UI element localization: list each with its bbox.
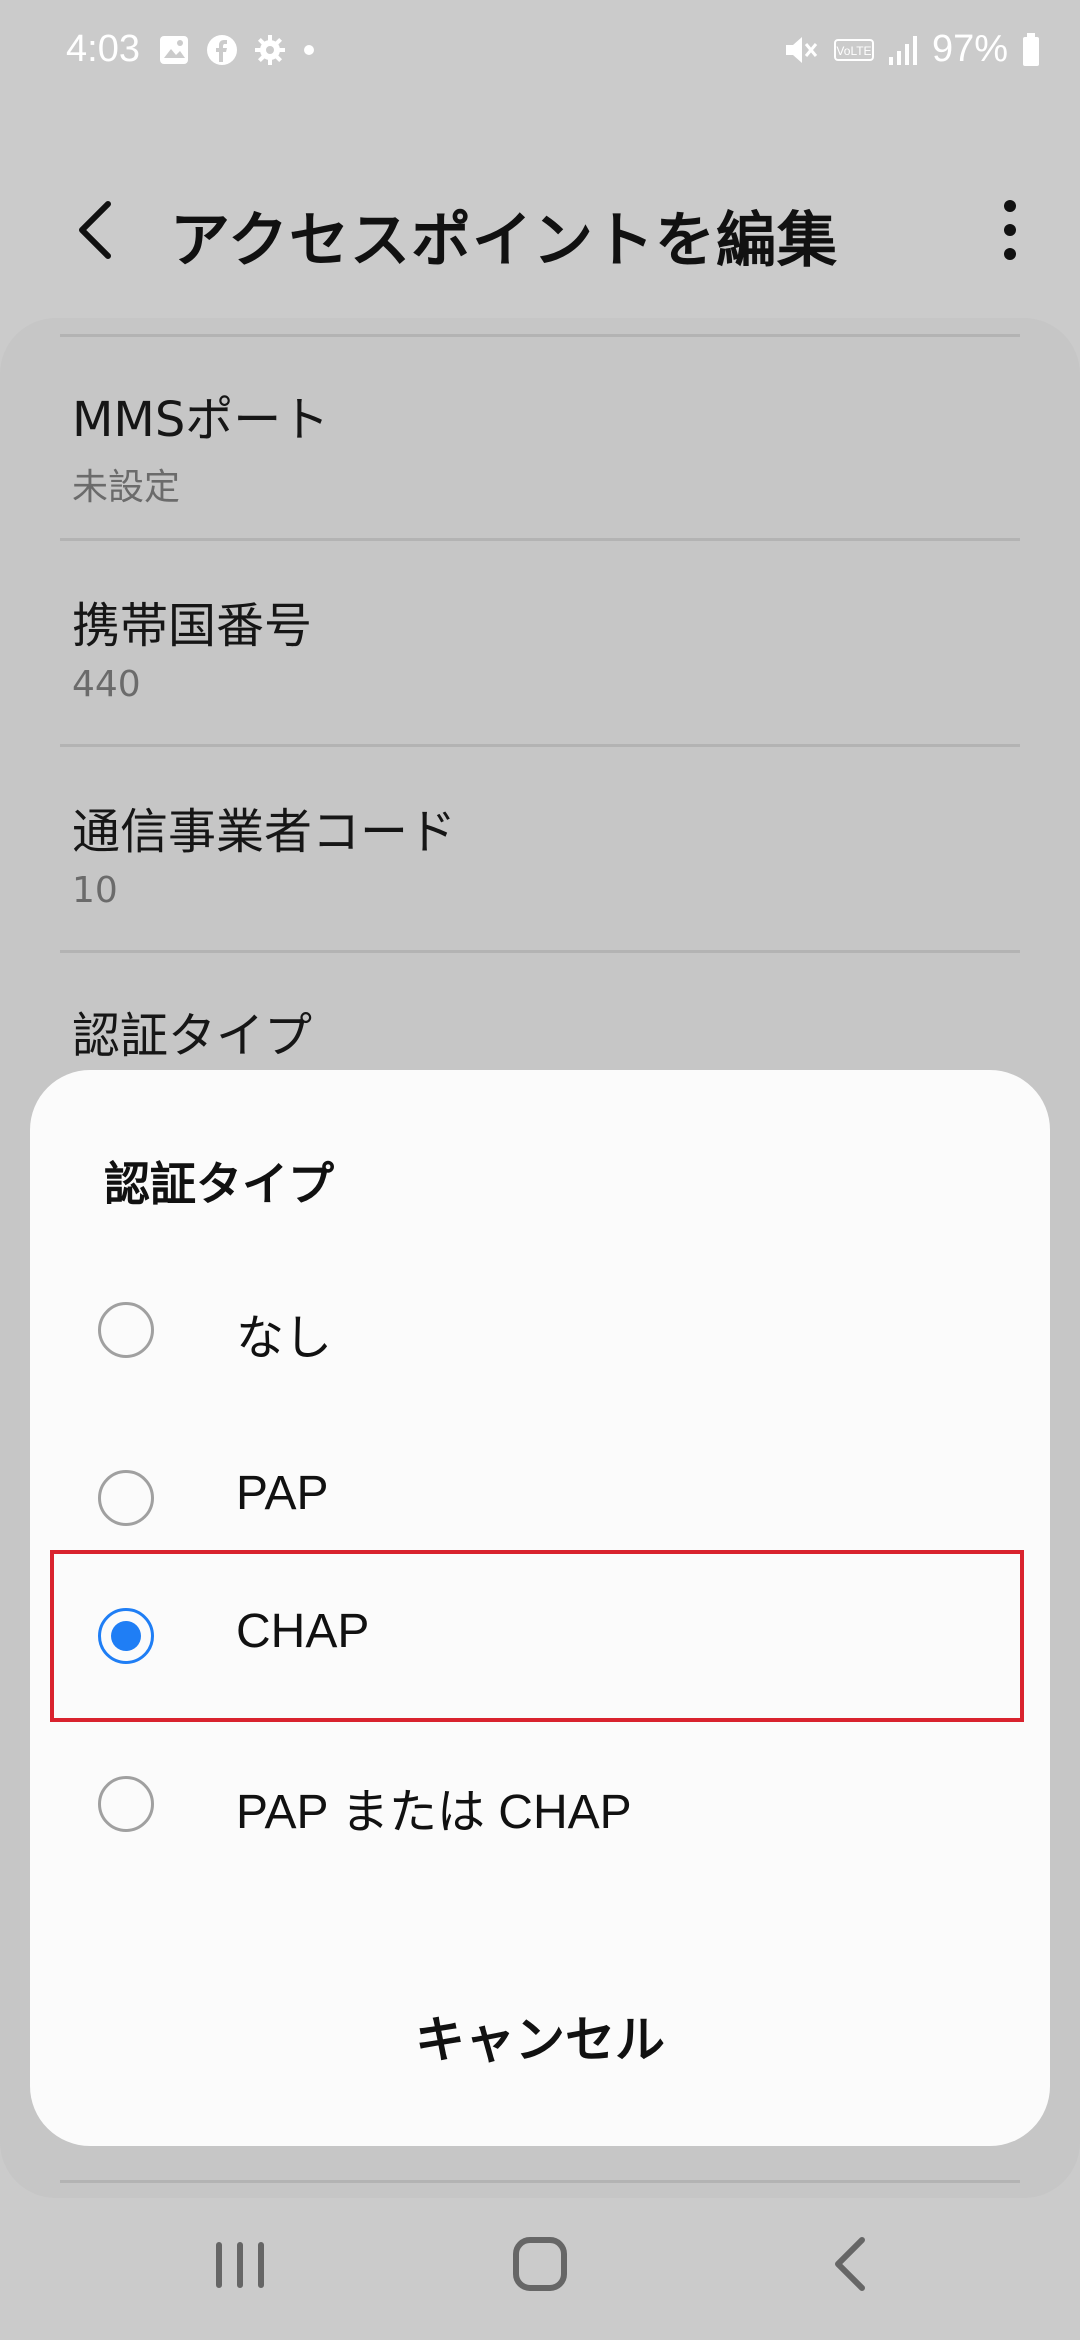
radio-button[interactable]	[98, 1470, 154, 1526]
battery-percent: 97%	[931, 28, 1008, 70]
setting-auth-type[interactable]: 認証タイプ	[72, 996, 1012, 1066]
page-title: アクセスポイントを編集	[170, 206, 838, 276]
status-time: 4:03	[66, 28, 140, 70]
recent-apps-icon	[216, 2242, 264, 2288]
setting-value: 10	[72, 870, 118, 911]
svg-text:VoLTE: VoLTE	[836, 44, 871, 58]
settings-gear-icon	[255, 35, 285, 65]
navigation-bar	[0, 2180, 1080, 2340]
option-chap[interactable]: CHAP	[30, 1554, 1050, 1722]
gallery-icon	[160, 36, 188, 64]
divider	[60, 334, 1020, 337]
signal-icon	[888, 35, 917, 65]
auth-type-dialog: 認証タイプ なし PAP CHAP PAP または CHAP キャンセル	[30, 1070, 1050, 2146]
divider	[60, 538, 1020, 541]
radio-button-selected[interactable]	[98, 1608, 154, 1664]
facebook-icon	[207, 35, 237, 65]
option-label: PAP または CHAP	[236, 1786, 632, 1839]
back-button[interactable]	[60, 190, 140, 270]
back-nav-icon	[835, 2237, 865, 2291]
battery-icon	[1023, 32, 1039, 66]
option-pap-or-chap[interactable]: PAP または CHAP	[30, 1722, 1050, 1890]
status-left-icons	[158, 34, 316, 66]
setting-title: 携帯国番号	[72, 598, 313, 654]
option-none[interactable]: なし	[30, 1248, 1050, 1416]
divider	[60, 744, 1020, 747]
option-label: CHAP	[236, 1605, 370, 1658]
setting-mms-port[interactable]: MMSポート 未設定	[72, 380, 1012, 510]
recent-apps-button[interactable]	[190, 2218, 290, 2308]
cancel-button[interactable]: キャンセル	[30, 1990, 1050, 2090]
divider	[60, 950, 1020, 953]
setting-title: 認証タイプ	[72, 1008, 313, 1064]
setting-mcc[interactable]: 携帯国番号 440	[72, 586, 1012, 705]
radio-button[interactable]	[98, 1302, 154, 1358]
dialog-title: 認証タイプ	[104, 1157, 334, 1211]
more-vertical-icon	[1004, 200, 1016, 260]
setting-value: 440	[72, 664, 141, 705]
back-arrow-icon	[79, 201, 111, 259]
status-bar: 4:03 VoLTE 97%	[0, 0, 1080, 100]
more-options-button[interactable]	[980, 190, 1040, 270]
option-label: なし	[236, 1310, 333, 1366]
option-label: PAP	[236, 1467, 329, 1520]
radio-button[interactable]	[98, 1776, 154, 1832]
app-bar: アクセスポイントを編集	[0, 160, 1080, 300]
home-icon	[513, 2237, 567, 2291]
setting-mnc[interactable]: 通信事業者コード 10	[72, 792, 1012, 911]
dot-icon	[304, 45, 314, 55]
home-button[interactable]	[490, 2218, 590, 2308]
status-right-icons: VoLTE 97%	[784, 28, 1040, 71]
setting-value: 未設定	[72, 467, 181, 508]
setting-title: 通信事業者コード	[72, 804, 457, 860]
setting-title: MMSポート	[72, 392, 330, 448]
mute-icon	[785, 36, 818, 63]
volte-icon: VoLTE	[833, 38, 874, 61]
back-nav-button[interactable]	[800, 2218, 900, 2308]
